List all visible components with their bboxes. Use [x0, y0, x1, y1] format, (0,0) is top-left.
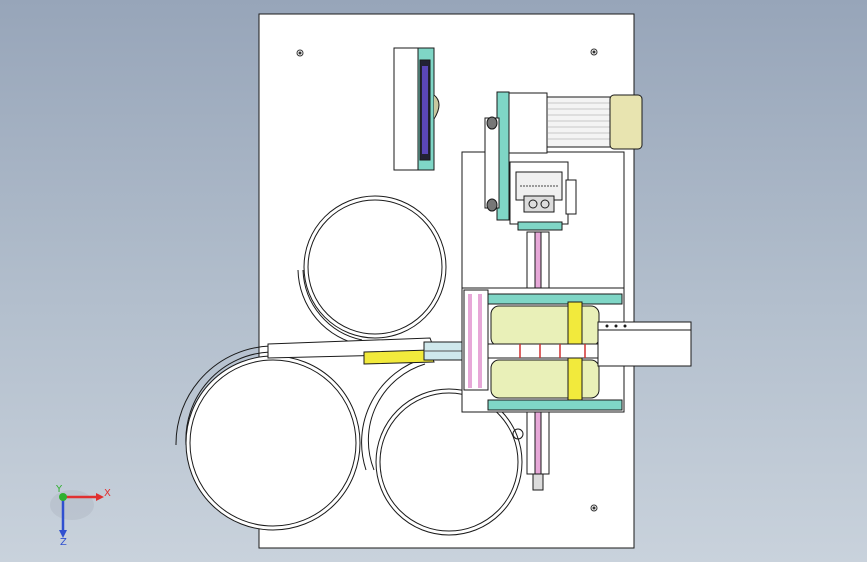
outlet-rail — [597, 321, 692, 367]
gearbox — [509, 161, 577, 231]
axis-triad — [50, 490, 104, 538]
x-axis-label: X — [104, 488, 111, 499]
y-axis-label: Y — [55, 484, 63, 495]
cad-drawing: X Y Z — [50, 13, 692, 549]
cad-viewport[interactable]: X Y Z — [0, 0, 867, 562]
z-axis-label: Z — [60, 537, 67, 548]
vertical-sensor-unit — [393, 47, 440, 171]
